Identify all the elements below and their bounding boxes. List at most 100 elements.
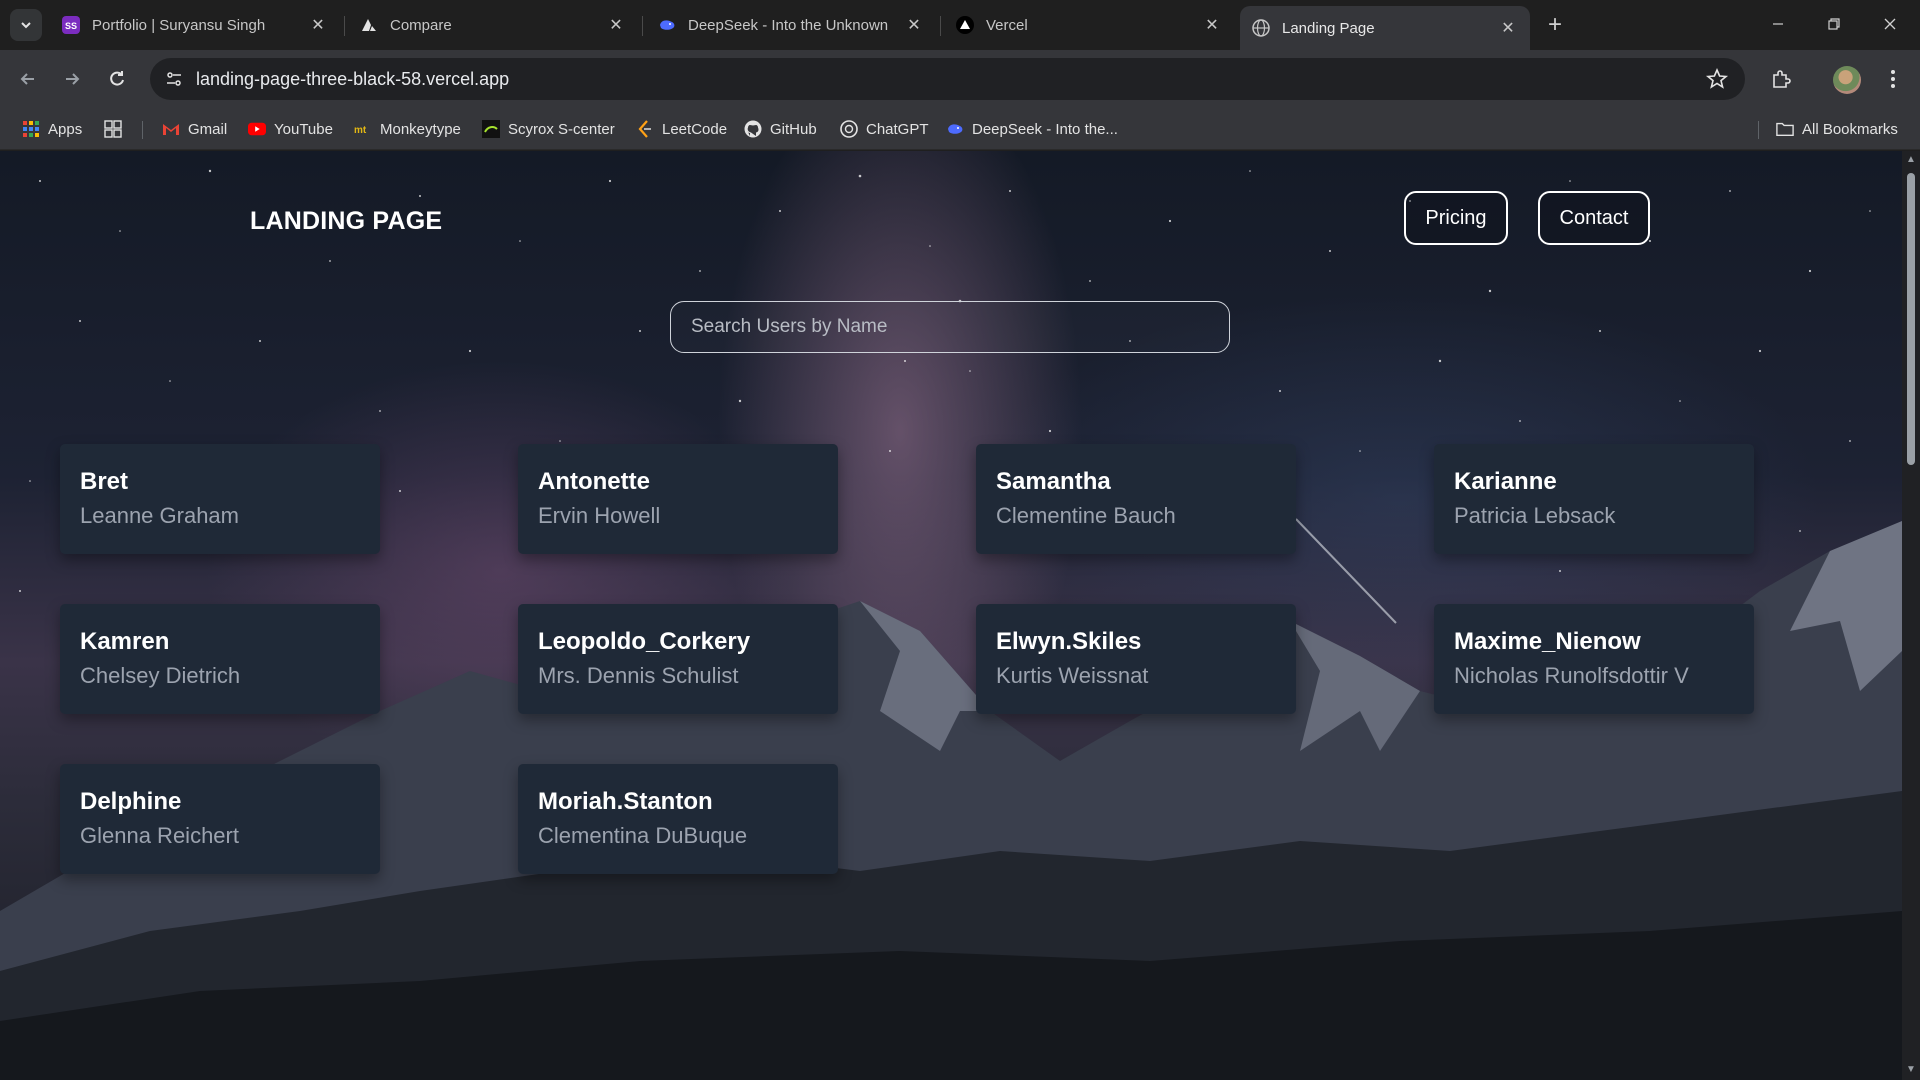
arrow-left-icon [20, 73, 34, 85]
user-username: Karianne [1454, 468, 1557, 495]
bookmark-scyrox[interactable]: Scyrox S-center [482, 118, 615, 140]
extensions-button[interactable] [1768, 66, 1794, 92]
tune-icon [167, 72, 181, 86]
svg-text:mt: mt [354, 125, 367, 135]
bookmark-label: Gmail [188, 120, 228, 138]
tab-landing-page[interactable]: Landing Page ✕ [1240, 6, 1530, 50]
all-bookmarks-button[interactable]: All Bookmarks [1776, 118, 1898, 140]
user-card[interactable]: Karianne Patricia Lebsack [1434, 444, 1754, 554]
user-full-name: Patricia Lebsack [1454, 503, 1616, 528]
bookmark-deepseek[interactable]: DeepSeek - Into the... [946, 118, 1118, 140]
youtube-icon [248, 120, 266, 138]
tab-separator [642, 16, 643, 36]
user-card[interactable]: Antonette Ervin Howell [518, 444, 838, 554]
chevron-down-icon [21, 22, 31, 29]
bookmark-separator [142, 121, 143, 139]
all-bookmarks-label: All Bookmarks [1802, 120, 1898, 138]
site-info-button[interactable] [158, 63, 190, 95]
reload-icon [110, 71, 124, 86]
bookmark-gmail[interactable]: Gmail [162, 118, 227, 140]
contact-button[interactable]: Contact [1538, 191, 1650, 245]
close-window-button[interactable] [1862, 0, 1918, 48]
user-username: Bret [80, 468, 129, 495]
arrow-right-icon [66, 73, 80, 85]
globe-icon [1252, 19, 1270, 37]
close-icon[interactable]: ✕ [1202, 15, 1222, 35]
pricing-button[interactable]: Pricing [1404, 191, 1508, 245]
bookmark-star-icon[interactable] [1705, 67, 1729, 91]
scrollbar-thumb[interactable] [1907, 173, 1915, 465]
bookmark-monkeytype[interactable]: mt Monkeytype [354, 118, 461, 140]
tab-title: Portfolio | Suryansu Singh [92, 16, 266, 34]
page-scrollbar[interactable]: ▲ ▼ [1902, 151, 1920, 1080]
browser-menu-button[interactable] [1880, 66, 1906, 92]
bookmark-label: GitHub [770, 120, 817, 138]
bookmark-tab-groups[interactable] [104, 118, 130, 140]
user-card[interactable]: Kamren Chelsey Dietrich [60, 604, 380, 714]
user-username: Moriah.Stanton [538, 788, 713, 815]
tab-title: Landing Page [1282, 19, 1375, 37]
bookmark-apps[interactable]: Apps [22, 118, 82, 140]
bookmark-chatgpt[interactable]: ChatGPT [840, 118, 929, 140]
bookmark-youtube[interactable]: YouTube [248, 118, 333, 140]
user-card[interactable]: Samantha Clementine Bauch [976, 444, 1296, 554]
bookmark-label: Monkeytype [380, 120, 461, 138]
bookmark-label: ChatGPT [866, 120, 929, 138]
scroll-up-arrow-icon[interactable]: ▲ [1906, 155, 1916, 165]
user-card[interactable]: Elwyn.Skiles Kurtis Weissnat [976, 604, 1296, 714]
bookmark-label: LeetCode [662, 120, 728, 138]
tab-separator [940, 16, 941, 36]
deepseek-whale-icon [658, 16, 676, 34]
address-bar[interactable]: landing-page-three-black-58.vercel.app [150, 58, 1745, 100]
apps-grid-icon [22, 120, 40, 138]
tab-search-button[interactable] [10, 9, 42, 41]
browser-toolbar: landing-page-three-black-58.vercel.app [0, 50, 1920, 108]
user-full-name: Glenna Reichert [80, 823, 239, 848]
search-users-input[interactable] [670, 301, 1230, 353]
url-text[interactable]: landing-page-three-black-58.vercel.app [196, 69, 509, 90]
close-icon[interactable]: ✕ [308, 15, 328, 35]
bookmark-label: DeepSeek - Into the... [972, 120, 1118, 138]
close-icon[interactable]: ✕ [1498, 18, 1518, 38]
user-username: Elwyn.Skiles [996, 628, 1142, 655]
user-card[interactable]: Delphine Glenna Reichert [60, 764, 380, 874]
user-full-name: Chelsey Dietrich [80, 663, 241, 688]
user-username: Kamren [80, 628, 170, 655]
new-tab-button[interactable]: + [1540, 10, 1570, 40]
user-card[interactable]: Maxime_Nienow Nicholas Runolfsdottir V [1434, 604, 1754, 714]
reload-button[interactable] [103, 65, 131, 93]
close-icon [1884, 18, 1896, 30]
tab-portfolio[interactable]: SS Portfolio | Suryansu Singh ✕ [50, 8, 340, 42]
user-card[interactable]: Leopoldo_Corkery Mrs. Dennis Schulist [518, 604, 838, 714]
user-username: Antonette [538, 468, 650, 495]
folder-icon [1776, 120, 1794, 138]
back-button[interactable] [14, 65, 42, 93]
bookmark-github[interactable]: GitHub [744, 118, 817, 140]
close-icon[interactable]: ✕ [606, 15, 626, 35]
scroll-down-arrow-icon[interactable]: ▼ [1906, 1065, 1916, 1075]
forward-button[interactable] [58, 65, 86, 93]
bookmark-label: YouTube [274, 120, 333, 138]
user-full-name: Clementine Bauch [996, 503, 1176, 528]
close-icon[interactable]: ✕ [904, 15, 924, 35]
bookmark-leetcode[interactable]: LeetCode [636, 118, 727, 140]
bookmark-label: Scyrox S-center [508, 120, 615, 138]
minimize-icon [1773, 23, 1783, 25]
tab-deepseek[interactable]: DeepSeek - Into the Unknown ✕ [646, 8, 936, 42]
restore-button[interactable] [1806, 0, 1862, 48]
bookmarks-bar: Apps Gmail YouTube mt Monkeytype Scyrox … [0, 108, 1920, 150]
tab-vercel[interactable]: Vercel ✕ [944, 8, 1234, 42]
page-viewport: LANDING PAGE Pricing Contact Bret Leanne… [0, 151, 1902, 1080]
tab-title: DeepSeek - Into the Unknown [688, 16, 889, 34]
tab-groups-icon [104, 120, 122, 138]
scyrox-icon [482, 120, 500, 138]
vercel-triangle-icon [956, 16, 974, 34]
profile-avatar[interactable] [1833, 66, 1861, 94]
user-card[interactable]: Bret Leanne Graham [60, 444, 380, 554]
user-username: Delphine [80, 788, 182, 815]
minimize-button[interactable] [1750, 0, 1806, 48]
user-card[interactable]: Moriah.Stanton Clementina DuBuque [518, 764, 838, 874]
site-logo[interactable]: LANDING PAGE [250, 207, 442, 236]
tab-compare[interactable]: Compare ✕ [348, 8, 638, 42]
user-full-name: Ervin Howell [538, 503, 661, 528]
